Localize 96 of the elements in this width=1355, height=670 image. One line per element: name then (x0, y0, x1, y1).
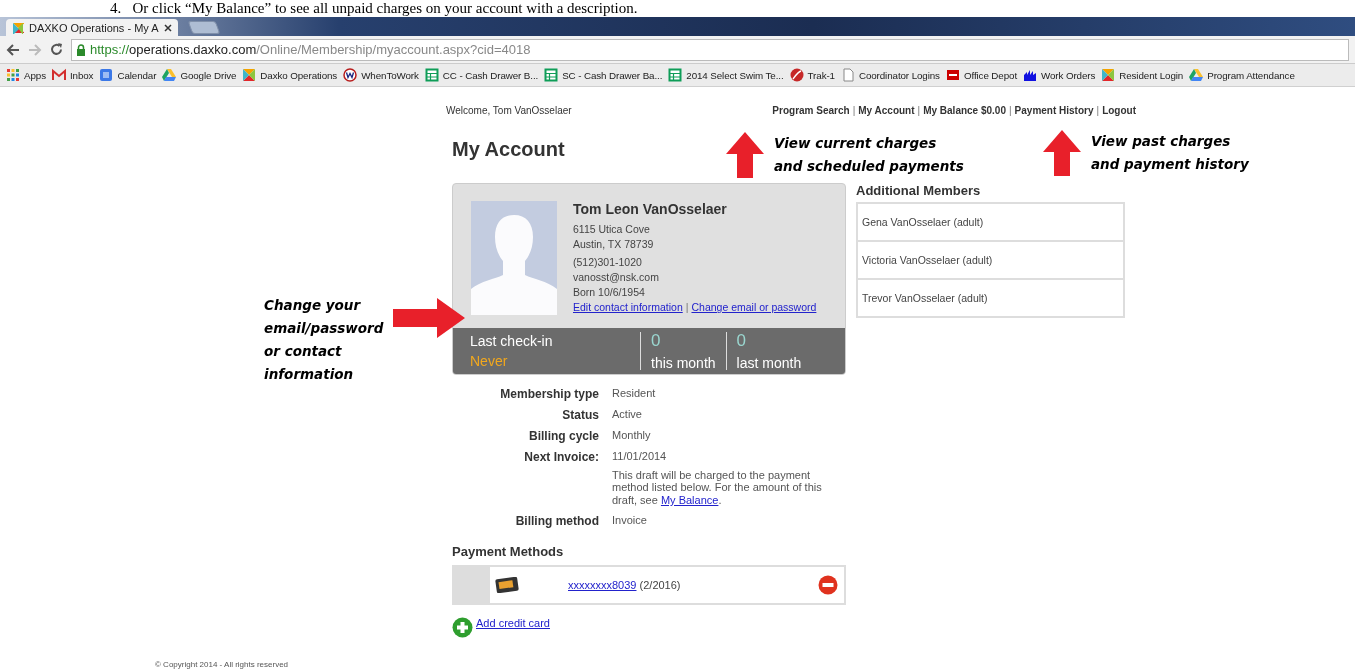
arrow-icon (1043, 130, 1081, 176)
bookmark[interactable]: WhenToWork (343, 68, 419, 82)
logo-icon (1101, 68, 1116, 82)
field-label: Status (561, 408, 599, 422)
checkin-period: this month (651, 355, 716, 371)
field-label: Billing cycle (527, 429, 599, 443)
nav-link[interactable]: My Account (858, 105, 915, 121)
arrow-icon (393, 298, 466, 338)
padlock-icon (76, 43, 86, 56)
invoice-note: This draft will be charged to the payment method listed below. For the amount of this draft, see My Balance. (612, 468, 822, 507)
mail-icon (51, 68, 66, 82)
contact-line: vanosst@nsk.com (573, 271, 660, 283)
checkin-count: 0 (651, 331, 662, 351)
buildings-icon (1023, 68, 1037, 82)
address-line: Austin, TX 78739 (573, 238, 655, 250)
credit-card-icon (494, 576, 520, 593)
card-number-link[interactable]: xxxxxxxx8039 (568, 578, 637, 591)
bookmark[interactable]: Apps (6, 68, 46, 82)
arrow-icon (726, 132, 764, 178)
reload-icon[interactable] (50, 43, 63, 56)
spreadsheet-icon (424, 68, 439, 82)
field-label: Membership type (499, 387, 599, 401)
member-item[interactable]: Gena VanOsselaer (adult) (858, 204, 1123, 240)
avatar-silhouette-icon (471, 201, 557, 315)
url-text: https://operations.daxko.com/Online/Membership/myaccount.aspx?cid=4018 (90, 42, 531, 57)
annotation-text: View past charges and payment history (1091, 132, 1249, 174)
nav-link[interactable]: Logout (1102, 105, 1136, 121)
add-icon[interactable] (452, 616, 473, 638)
apps-grid-icon (6, 68, 20, 82)
bookmark[interactable]: Trak-1 (789, 68, 835, 82)
back-icon[interactable] (6, 43, 20, 56)
remove-icon[interactable] (818, 574, 838, 595)
swoosh-circle-icon (789, 68, 804, 82)
section-heading: Additional Members (856, 183, 982, 198)
bookmark[interactable]: Office Depot (945, 68, 1017, 82)
triangle-icon (1189, 68, 1204, 82)
checkin-label: Last check-in (470, 333, 554, 349)
separator: | (685, 301, 689, 313)
checkin-value: Never (470, 353, 509, 369)
close-icon[interactable] (163, 23, 172, 32)
page-title: My Account (452, 138, 565, 161)
nav-link[interactable]: Program Search (772, 105, 850, 121)
checkin-count: 0 (736, 331, 748, 351)
field-value: Invoice (612, 513, 648, 527)
bookmark[interactable]: Work Orders (1023, 68, 1096, 82)
field-label: Next Invoice: (523, 450, 599, 466)
store-icon (945, 68, 960, 82)
bookmark[interactable]: SC - Cash Drawer Ba... (544, 68, 663, 82)
separator: | (917, 105, 921, 118)
field-value: 11/01/2014 (612, 450, 668, 463)
bookmark[interactable]: Google Drive (162, 68, 237, 82)
member-item[interactable]: Trevor VanOsselaer (adult) (858, 278, 1123, 316)
new-tab-button[interactable] (187, 21, 220, 34)
field-value: Resident (612, 387, 657, 400)
profile-link[interactable]: Edit contact information (573, 301, 683, 313)
member-name: Tom Leon VanOsselaer (573, 201, 728, 217)
logo-icon (242, 68, 257, 82)
separator: | (1096, 105, 1100, 118)
contact-line: Born 10/6/1954 (573, 286, 646, 298)
copyright-text: © Copyright 2014 - All rights reserved (155, 660, 289, 669)
section-heading: Payment Methods (452, 543, 565, 559)
welcome-text: Welcome, Tom VanOsselaer (446, 105, 572, 118)
field-value: Monthly (612, 429, 652, 442)
nav-link[interactable]: Payment History (1014, 105, 1094, 121)
spreadsheet-icon (544, 68, 559, 82)
triangle-icon (162, 68, 177, 82)
calendar-icon (99, 68, 114, 82)
page-icon (840, 68, 855, 82)
separator: | (1009, 105, 1012, 118)
member-item[interactable]: Victoria VanOsselaer (adult) (858, 240, 1123, 278)
bookmark[interactable]: Program Attendance (1189, 68, 1295, 82)
nav-link[interactable]: My Balance $0.00 (923, 105, 1006, 121)
bookmark[interactable]: CC - Cash Drawer B... (424, 68, 539, 82)
bookmark[interactable]: 2014 Select Swim Te... (668, 68, 784, 82)
profile-link[interactable]: Change email or password (691, 301, 817, 313)
browser-tab[interactable]: DAXKO Operations - My A (6, 19, 178, 36)
bookmark[interactable]: Inbox (51, 68, 94, 82)
bookmark[interactable]: Calendar (99, 68, 157, 82)
bookmark[interactable]: Resident Login (1101, 68, 1184, 82)
circle-w-icon (343, 68, 358, 82)
spreadsheet-icon (668, 68, 683, 82)
caption-text: 4. Or click “My Balance” to see all unpaid charges on your account with a description. (109, 0, 639, 17)
field-label: Billing method (514, 513, 599, 528)
separator: | (852, 105, 856, 118)
annotation-text: View current charges and scheduled payments (774, 134, 964, 176)
annotation-text: Change your email/password or contact information (264, 296, 384, 384)
bookmark[interactable]: Daxko Operations (242, 68, 338, 82)
bookmark[interactable]: Coordinator Logins (840, 68, 940, 82)
checkin-period: last month (736, 355, 802, 371)
address-line: 6115 Utica Cove (573, 223, 651, 235)
add-card-link[interactable]: Add credit card (476, 616, 550, 629)
logo-icon (12, 21, 24, 34)
contact-line: (512)301-1020 (573, 256, 643, 268)
field-value: Active (612, 408, 643, 421)
address-bar[interactable]: https://operations.daxko.com/Online/Membership/myaccount.aspx?cid=4018 (71, 38, 1349, 61)
card-expiry: (2/2016) (638, 578, 681, 591)
